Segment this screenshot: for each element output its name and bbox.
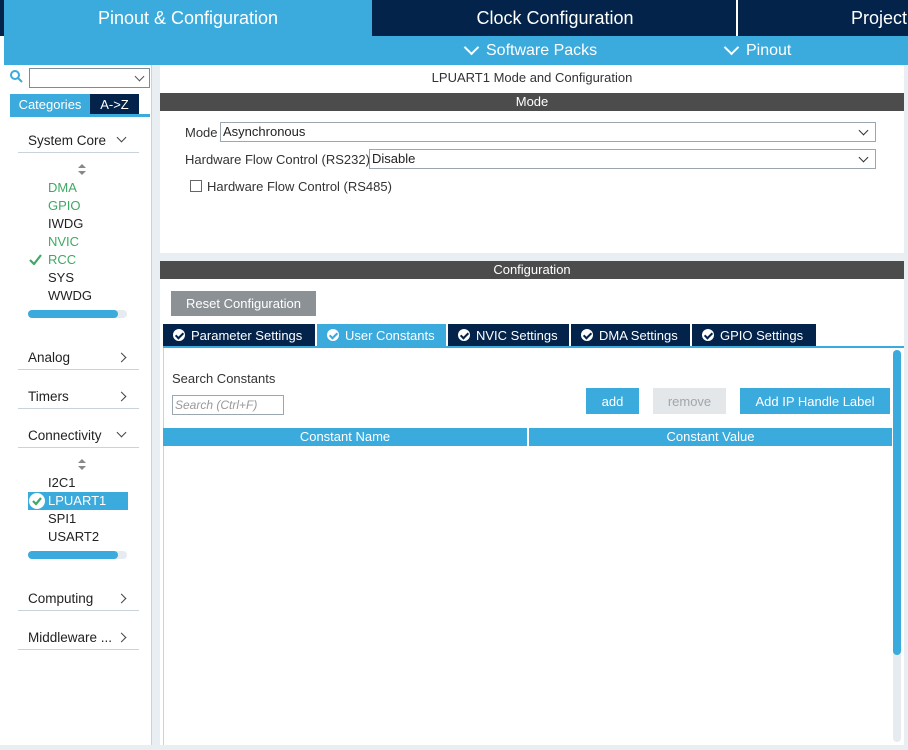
top-tab-bar: Pinout & Configuration Clock Configurati… <box>0 0 908 36</box>
software-packs-label: Software Packs <box>486 41 598 59</box>
vertical-scrollbar[interactable] <box>893 350 901 742</box>
category-label: Analog <box>28 349 71 365</box>
peripheral-search-input[interactable] <box>29 68 150 88</box>
chevron-down-icon <box>723 39 740 56</box>
search-constants-label: Search Constants <box>172 371 276 386</box>
remove-constant-button[interactable]: remove <box>653 388 726 414</box>
flow-control-rs485-label: Hardware Flow Control (RS485) <box>207 179 392 194</box>
tab-user-constants[interactable]: User Constants <box>317 324 446 346</box>
chevron-right-icon <box>116 391 127 402</box>
tab-categories[interactable]: Categories <box>10 94 90 114</box>
peripheral-dma[interactable]: DMA <box>48 179 77 197</box>
sort-icon[interactable] <box>78 459 87 471</box>
tab-project-manager[interactable]: Project <box>738 0 908 36</box>
mode-label: Mode <box>185 125 218 140</box>
configuration-section-header: Configuration <box>160 261 904 279</box>
reset-configuration-button[interactable]: Reset Configuration <box>171 291 316 316</box>
peripheral-i2c1[interactable]: I2C1 <box>48 474 75 492</box>
tab-a-to-z[interactable]: A->Z <box>90 94 139 114</box>
software-packs-menu[interactable]: Software Packs <box>463 36 598 65</box>
tab-parameter-settings[interactable]: Parameter Settings <box>163 324 315 346</box>
tab-nvic-settings[interactable]: NVIC Settings <box>448 324 569 346</box>
chevron-down-icon[interactable] <box>134 71 145 82</box>
column-header-constant-value[interactable]: Constant Value <box>529 428 892 446</box>
category-middleware[interactable]: Middleware ... <box>18 625 139 650</box>
page-title: LPUART1 Mode and Configuration <box>431 70 633 85</box>
peripheral-nvic[interactable]: NVIC <box>48 233 79 251</box>
chevron-down-icon <box>858 125 869 136</box>
check-circle-icon <box>458 329 470 341</box>
pinout-label: Pinout <box>746 41 792 59</box>
panel-splitter[interactable] <box>152 65 160 745</box>
category-label: System Core <box>28 132 107 148</box>
tab-label: User Constants <box>345 327 435 343</box>
tab-underline <box>10 114 150 117</box>
peripheral-wwdg[interactable]: WWDG <box>48 287 92 305</box>
tab-label: DMA Settings <box>599 327 678 343</box>
check-circle-icon <box>327 329 339 341</box>
chevron-down-icon <box>116 427 127 438</box>
scrollbar-thumb[interactable] <box>28 310 118 318</box>
system-core-scrollbar[interactable] <box>28 310 127 318</box>
mode-section-header: Mode <box>160 93 904 111</box>
peripheral-lpuart1[interactable]: LPUART1 <box>48 492 106 510</box>
category-label: Computing <box>28 590 94 606</box>
mode-select[interactable]: Asynchronous <box>220 122 876 142</box>
category-label: Middleware ... <box>28 629 113 645</box>
chevron-down-icon <box>463 39 480 56</box>
connectivity-scrollbar[interactable] <box>28 551 127 559</box>
section-splitter[interactable] <box>160 253 904 261</box>
chevron-right-icon <box>116 593 127 604</box>
window-edge <box>904 65 908 750</box>
add-ip-handle-label-button[interactable]: Add IP Handle Label <box>740 388 890 414</box>
search-icon[interactable] <box>10 70 23 83</box>
chevron-down-icon <box>858 152 869 163</box>
flow-control-rs232-label: Hardware Flow Control (RS232) <box>185 152 370 167</box>
category-analog[interactable]: Analog <box>18 345 139 370</box>
window-edge <box>0 745 908 750</box>
column-header-constant-name[interactable]: Constant Name <box>163 428 527 446</box>
category-connectivity[interactable]: Connectivity <box>18 423 139 448</box>
check-circle-icon <box>173 329 185 341</box>
chevron-down-icon <box>116 132 127 143</box>
flow-control-rs485-checkbox[interactable] <box>190 180 202 192</box>
peripheral-gpio[interactable]: GPIO <box>48 197 81 215</box>
check-circle-icon <box>581 329 593 341</box>
category-timers[interactable]: Timers <box>18 384 139 409</box>
check-circle-icon <box>29 493 45 509</box>
flow-control-rs232-value: Disable <box>372 151 416 166</box>
tab-label: GPIO Settings <box>720 327 804 343</box>
chevron-right-icon <box>116 352 127 363</box>
tab-gpio-settings[interactable]: GPIO Settings <box>692 324 816 346</box>
peripheral-sys[interactable]: SYS <box>48 269 74 287</box>
category-label: Connectivity <box>28 427 102 443</box>
category-system-core[interactable]: System Core <box>18 128 139 153</box>
scrollbar-thumb[interactable] <box>893 350 901 655</box>
flow-control-rs232-select[interactable]: Disable <box>369 149 876 169</box>
add-constant-button[interactable]: add <box>586 388 639 414</box>
tab-label: NVIC Settings <box>476 327 558 343</box>
peripheral-iwdg[interactable]: IWDG <box>48 215 83 233</box>
peripheral-usart2[interactable]: USART2 <box>48 528 99 546</box>
peripheral-spi1[interactable]: SPI1 <box>48 510 76 528</box>
peripheral-rcc[interactable]: RCC <box>48 251 76 269</box>
chevron-right-icon <box>116 632 127 643</box>
category-label: Timers <box>28 388 69 404</box>
tab-clock-configuration[interactable]: Clock Configuration <box>374 0 736 36</box>
search-constants-input[interactable]: Search (Ctrl+F) <box>172 395 284 415</box>
tab-dma-settings[interactable]: DMA Settings <box>571 324 690 346</box>
check-circle-icon <box>702 329 714 341</box>
check-icon <box>29 254 42 265</box>
tab-label: Parameter Settings <box>191 327 303 343</box>
pinout-menu[interactable]: Pinout <box>723 36 792 65</box>
category-computing[interactable]: Computing <box>18 586 139 611</box>
sub-toolbar: Software Packs Pinout <box>4 36 908 65</box>
mode-select-value: Asynchronous <box>223 124 306 139</box>
scrollbar-thumb[interactable] <box>28 551 118 559</box>
tab-pinout-configuration[interactable]: Pinout & Configuration <box>4 0 372 36</box>
sort-icon[interactable] <box>78 164 87 176</box>
